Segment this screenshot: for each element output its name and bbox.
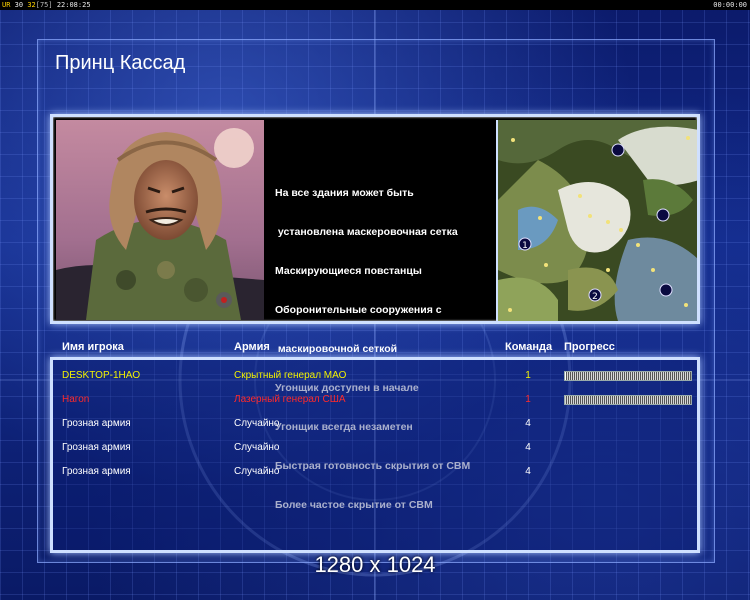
page-title: Принц Кассад: [55, 52, 186, 74]
player-row: DESKTOP-1HAO Скрытный генерал МАО 1: [53, 367, 697, 385]
player-name: Грозная армия: [62, 442, 131, 453]
loading-screen: UR 30 32[75] 22:08:25 00:00:00 Принц Кас…: [0, 0, 750, 600]
player-name: Грозная армия: [62, 418, 131, 429]
status-value3: [75]: [35, 1, 53, 9]
status-prefix: UR: [2, 1, 11, 9]
header-army: Армия: [234, 341, 270, 353]
resolution-label: 1280 x 1024: [314, 552, 436, 577]
player-row: Грозная армия Случайно 4: [53, 415, 697, 433]
general-info-panel: На все здания может быть установлена мас…: [50, 114, 700, 511]
status-timer: 00:00:00: [713, 1, 747, 9]
player-team: 1: [525, 394, 531, 405]
player-team: 4: [525, 466, 531, 477]
header-team: Команда: [505, 341, 553, 353]
player-name: Грозная армия: [62, 466, 131, 477]
player-team: 4: [525, 418, 531, 429]
player-army: Случайно: [234, 466, 280, 477]
map-preview: 1 2: [496, 120, 697, 321]
player-army: Лазерный генерал США: [234, 394, 346, 405]
progress-bar: [564, 371, 692, 381]
player-name: DESKTOP-1HAO: [62, 370, 141, 381]
player-army: Скрытный генерал МАО: [234, 370, 347, 381]
player-row: Hагоn Лазерный генерал США 1: [53, 391, 697, 409]
header-progress: Прогресс: [564, 341, 615, 353]
debug-status-bar: UR 30 32[75] 22:08:25 00:00:00: [0, 0, 750, 10]
status-clock: 22:08:25: [56, 1, 91, 9]
progress-bar: [564, 395, 692, 405]
general-portrait: [56, 120, 264, 320]
portrait-image: [56, 120, 264, 320]
player-team: 4: [525, 442, 531, 453]
players-table-header: Имя игрока Армия Команда Прогресс: [50, 340, 700, 356]
player-army: Случайно: [234, 442, 280, 453]
header-player-name: Имя игрока: [62, 341, 124, 353]
start-label-2: 2: [592, 292, 598, 302]
player-army: Случайно: [234, 418, 280, 429]
player-name: Hагоn: [62, 394, 90, 405]
players-table: DESKTOP-1HAO Скрытный генерал МАО 1 Hаго…: [50, 357, 700, 553]
player-row: Грозная армия Случайно 4: [53, 463, 697, 481]
start-label-1: 1: [522, 241, 528, 251]
status-value2: 32: [27, 1, 36, 9]
player-team: 1: [525, 370, 531, 381]
status-fps: 30: [14, 1, 24, 9]
player-row: Грозная армия Случайно 4: [53, 439, 697, 457]
progress-fill: [565, 372, 567, 380]
